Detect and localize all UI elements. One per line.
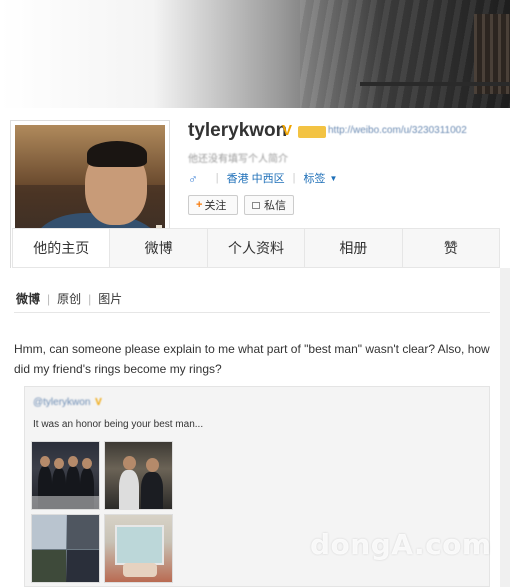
tab-profile-info[interactable]: 个人资料	[206, 229, 304, 267]
profile-location[interactable]: 香港 中西区	[227, 170, 285, 186]
filter-original[interactable]: 原创	[57, 290, 81, 307]
message-button[interactable]: 私信	[244, 195, 294, 215]
follow-button[interactable]: + 关注	[188, 195, 238, 215]
photo-face	[68, 456, 78, 467]
repost-text: It was an honor being your best man...	[33, 419, 204, 430]
tab-weibo[interactable]: 微博	[109, 229, 206, 267]
profile-tags-link[interactable]: 标签	[304, 170, 326, 186]
dongA-watermark: dongA.com	[310, 528, 492, 561]
photo-face	[40, 456, 50, 467]
post-text: Hmm, can someone please explain to me wh…	[14, 342, 490, 376]
message-button-label: 私信	[264, 200, 286, 212]
tab-album[interactable]: 相册	[304, 229, 401, 267]
plus-icon: +	[196, 199, 203, 211]
repost-author[interactable]: @tylerykwon	[33, 397, 90, 408]
follow-button-label: 关注	[204, 200, 227, 212]
meta-divider: |	[292, 172, 296, 184]
photo-collage-cell	[32, 550, 66, 582]
cover-rail-graphic	[360, 82, 510, 86]
photo-collage-cell	[67, 515, 99, 549]
meta-divider: |	[215, 172, 219, 184]
photo-collage-cell	[32, 515, 66, 549]
photo-table	[32, 496, 99, 509]
post-photo-rings[interactable]	[104, 514, 173, 583]
photo-collage-cell	[67, 550, 99, 582]
chevron-down-icon[interactable]: ▼	[330, 174, 338, 183]
tab-home[interactable]: 他的主页	[13, 229, 110, 267]
cover-image	[0, 0, 510, 108]
filter-all-weibo[interactable]: 微博	[16, 290, 40, 307]
post-photo-collage[interactable]	[31, 514, 100, 583]
male-icon: ♂	[188, 170, 198, 186]
photo-face	[123, 456, 136, 470]
feed-divider	[14, 312, 490, 313]
post-photo-group[interactable]	[31, 441, 100, 510]
profile-meta: ♂ | 香港 中西区 | 标签 ▼	[188, 170, 337, 186]
verified-v-icon: V	[95, 397, 102, 408]
post-photo-couple[interactable]	[104, 441, 173, 510]
photo-face	[146, 458, 159, 472]
photo-face	[54, 458, 64, 469]
vip-tag-icon[interactable]	[298, 126, 326, 138]
message-icon	[252, 201, 260, 209]
avatar-figure-hair	[87, 141, 147, 167]
tab-likes[interactable]: 赞	[401, 229, 499, 267]
repost-author-link[interactable]: @tylerykwon V	[33, 397, 102, 408]
feed-filter-nav: 微博 | 原创 | 图片	[16, 290, 122, 307]
photo-figure	[141, 472, 163, 509]
profile-username: tylerykwon	[188, 120, 288, 141]
photo-ring-tray	[123, 563, 157, 577]
filter-divider: |	[88, 291, 92, 306]
profile-url-link[interactable]: http://weibo.com/u/3230311002	[328, 125, 467, 136]
photo-face	[82, 458, 92, 469]
profile-tabs: 他的主页 微博 个人资料 相册 赞	[12, 228, 500, 268]
verified-v-icon[interactable]: V	[282, 123, 296, 138]
filter-images[interactable]: 图片	[98, 290, 122, 307]
photo-figure	[119, 470, 139, 509]
profile-bio: 他还没有填写个人简介	[188, 154, 288, 165]
photo-ring-box	[115, 525, 164, 565]
filter-divider: |	[47, 291, 51, 306]
